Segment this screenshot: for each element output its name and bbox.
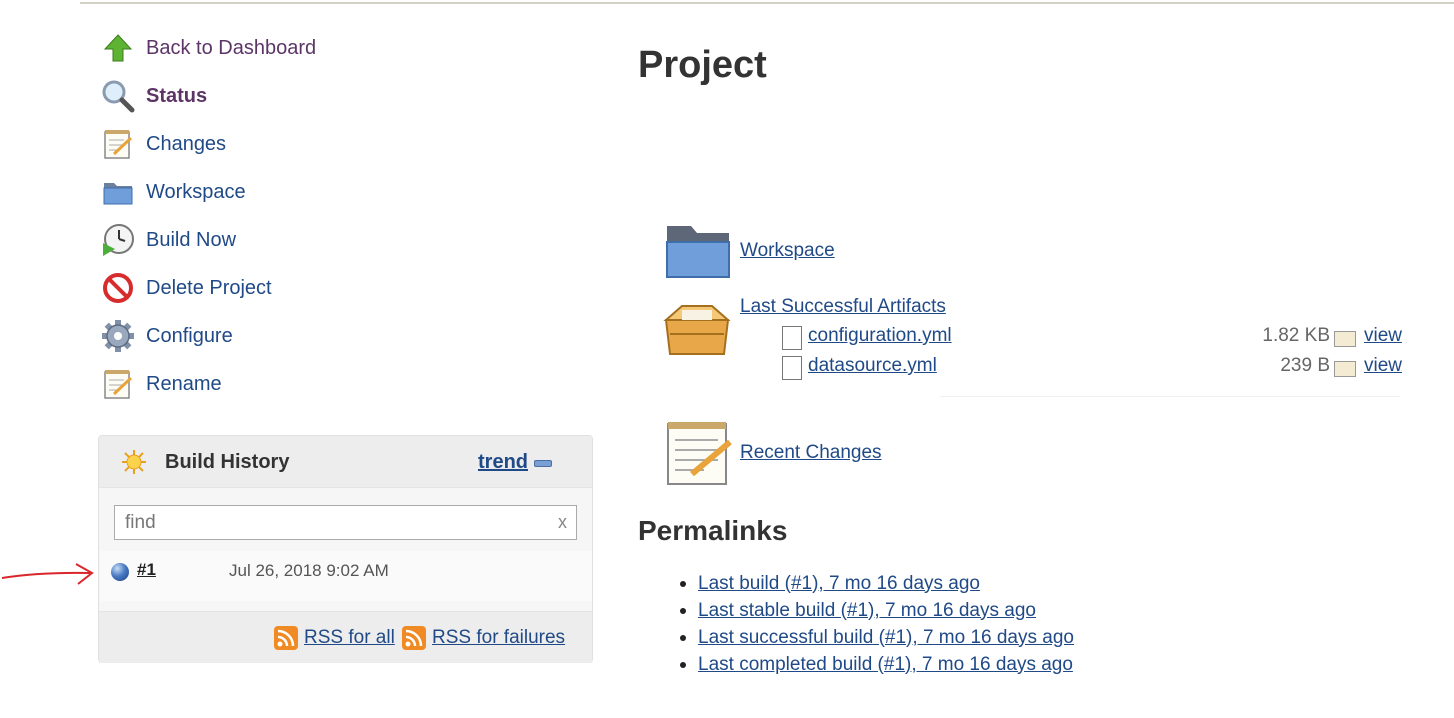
build-history-header: Build History trend [99,436,592,488]
top-divider [80,2,1454,4]
search-icon [100,78,136,114]
rss-all-link[interactable]: RSS for all [304,627,395,649]
notepad-icon [100,366,136,402]
build-row: #1 Jul 26, 2018 9:02 AM [100,551,592,601]
rss-icon [402,626,426,650]
artifact-name-link[interactable]: datasource.yml [808,355,937,377]
trend-link[interactable]: trend [478,451,528,474]
task-status[interactable]: Status [100,72,500,120]
artifact-view-link[interactable]: view [1364,355,1402,377]
page-title: Project [638,44,767,86]
artifact-size: 239 B [1280,355,1330,376]
list-item: Last stable build (#1), 7 mo 16 days ago [680,597,1074,624]
artifact-size: 1.82 KB [1262,325,1330,346]
no-entry-icon [100,270,136,306]
recent-changes-link[interactable]: Recent Changes [740,442,882,464]
package-icon [663,305,731,355]
build-search-box: x [114,505,577,540]
artifact-view-link[interactable]: view [1364,325,1402,347]
build-search-input[interactable] [115,506,535,539]
file-icon [782,326,802,350]
sun-icon [121,449,147,481]
folder-icon [666,226,730,278]
rss-all[interactable]: RSS for all [274,626,395,650]
rss-failures-link[interactable]: RSS for failures [432,627,565,649]
task-back-to-dashboard[interactable]: Back to Dashboard [100,24,500,72]
build-history-title: Build History [165,451,290,473]
build-history-panel: Build History trend x #1 Jul 26, 2018 9:… [98,435,593,663]
task-changes[interactable]: Changes [100,120,500,168]
rss-icon [274,626,298,650]
file-icon [782,356,802,380]
notepad-icon [100,126,136,162]
permalinks-heading: Permalinks [638,515,788,546]
up-arrow-icon [100,30,136,66]
artifact-row: datasource.yml 239 B view [780,352,1402,382]
list-item: Last completed build (#1), 7 mo 16 days … [680,651,1074,678]
clear-search-button[interactable]: x [558,512,567,533]
permalink-last-build[interactable]: Last build (#1), 7 mo 16 days ago [698,573,980,595]
build-history-footer: RSS for all RSS for failures [99,611,592,663]
task-workspace[interactable]: Workspace [100,168,500,216]
permalink-last-successful-build[interactable]: Last successful build (#1), 7 mo 16 days… [698,627,1074,649]
divider [940,396,1400,397]
task-delete-project[interactable]: Delete Project [100,264,500,312]
sidebar-tasks: Back to Dashboard Status Changes Workspa… [100,24,500,408]
permalink-last-stable-build[interactable]: Last stable build (#1), 7 mo 16 days ago [698,600,1036,622]
task-label[interactable]: Delete Project [146,277,272,300]
list-item: Last build (#1), 7 mo 16 days ago [680,570,1074,597]
task-label[interactable]: Rename [146,373,222,396]
artifact-name-link[interactable]: configuration.yml [808,325,952,347]
task-label[interactable]: Changes [146,133,226,156]
last-successful-artifacts-link[interactable]: Last Successful Artifacts [740,296,946,318]
build-number-link[interactable]: #1 [137,560,156,580]
permalinks-list: Last build (#1), 7 mo 16 days ago Last s… [680,570,1074,678]
rss-failures[interactable]: RSS for failures [402,626,565,650]
permalink-last-completed-build[interactable]: Last completed build (#1), 7 mo 16 days … [698,654,1073,676]
task-label[interactable]: Workspace [146,181,246,204]
task-build-now[interactable]: Build Now [100,216,500,264]
view-icon [1334,361,1356,377]
build-status-ball-icon [111,563,129,581]
notepad-icon [667,422,732,485]
build-date: Jul 26, 2018 9:02 AM [229,561,389,580]
list-item: Last successful build (#1), 7 mo 16 days… [680,624,1074,651]
task-label[interactable]: Status [146,85,207,108]
artifact-row: configuration.yml 1.82 KB view [780,322,1402,352]
view-icon [1334,331,1356,347]
task-configure[interactable]: Configure [100,312,500,360]
gear-icon [100,318,136,354]
task-label[interactable]: Configure [146,325,233,348]
annotation-arrow-icon [1,563,94,585]
folder-icon [100,174,136,210]
clock-play-icon [100,222,136,258]
task-label[interactable]: Back to Dashboard [146,37,316,60]
collapse-icon[interactable] [534,460,552,467]
task-rename[interactable]: Rename [100,360,500,408]
workspace-link[interactable]: Workspace [740,240,835,262]
task-label[interactable]: Build Now [146,229,236,252]
